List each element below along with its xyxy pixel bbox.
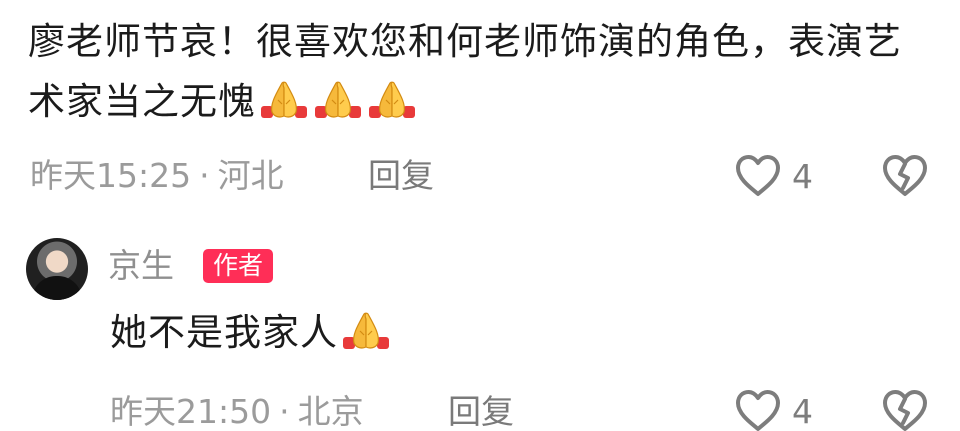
meta-separator: · <box>199 156 210 195</box>
comment-1-dislike-button[interactable] <box>881 154 929 198</box>
comment-1-text: 廖老师节哀！很喜欢您和何老师饰演的角色，表演艺术家当之无愧 <box>28 20 902 123</box>
folded-hands-emoji <box>258 80 310 120</box>
heart-outline-icon <box>736 390 780 431</box>
meta-separator: · <box>279 392 290 431</box>
comment-1-like-count: 4 <box>792 156 813 196</box>
comment-1-text-block: 廖老师节哀！很喜欢您和何老师饰演的角色，表演艺术家当之无愧 <box>28 12 928 132</box>
folded-hands-emoji <box>312 80 364 120</box>
comment-2-text-block: 她不是我家人 <box>110 303 392 363</box>
comment-1-location: 河北 <box>217 156 284 195</box>
heart-outline-icon <box>736 155 780 196</box>
comment-1-like-button[interactable]: 4 <box>734 154 813 198</box>
author-badge: 作者 <box>203 249 274 283</box>
comment-2-reply-button[interactable]: 回复 <box>448 392 514 431</box>
comment-1-reply-button[interactable]: 回复 <box>368 156 434 196</box>
comment-2-location: 北京 <box>297 392 364 431</box>
comment-2-meta: 昨天21:50 · 北京 <box>110 392 364 431</box>
comment-2-text: 她不是我家人 <box>110 311 338 354</box>
author-name[interactable]: 京生 <box>108 246 174 286</box>
comment-1-time: 昨天15:25 <box>30 156 192 195</box>
folded-hands-emoji <box>366 80 418 120</box>
author-avatar[interactable] <box>26 238 88 300</box>
comment-2-like-button[interactable]: 4 <box>734 389 813 431</box>
comment-2-time: 昨天21:50 <box>110 392 272 431</box>
comment-2-like-count: 4 <box>792 391 813 431</box>
comment-thread: 廖老师节哀！很喜欢您和何老师饰演的角色，表演艺术家当之无愧 昨天15:25 · 河北… <box>0 0 960 431</box>
broken-heart-icon <box>883 390 927 431</box>
folded-hands-emoji <box>340 311 392 351</box>
broken-heart-icon <box>883 155 927 196</box>
comment-1-meta: 昨天15:25 · 河北 <box>30 156 284 196</box>
comment-2-dislike-button[interactable] <box>881 389 929 431</box>
